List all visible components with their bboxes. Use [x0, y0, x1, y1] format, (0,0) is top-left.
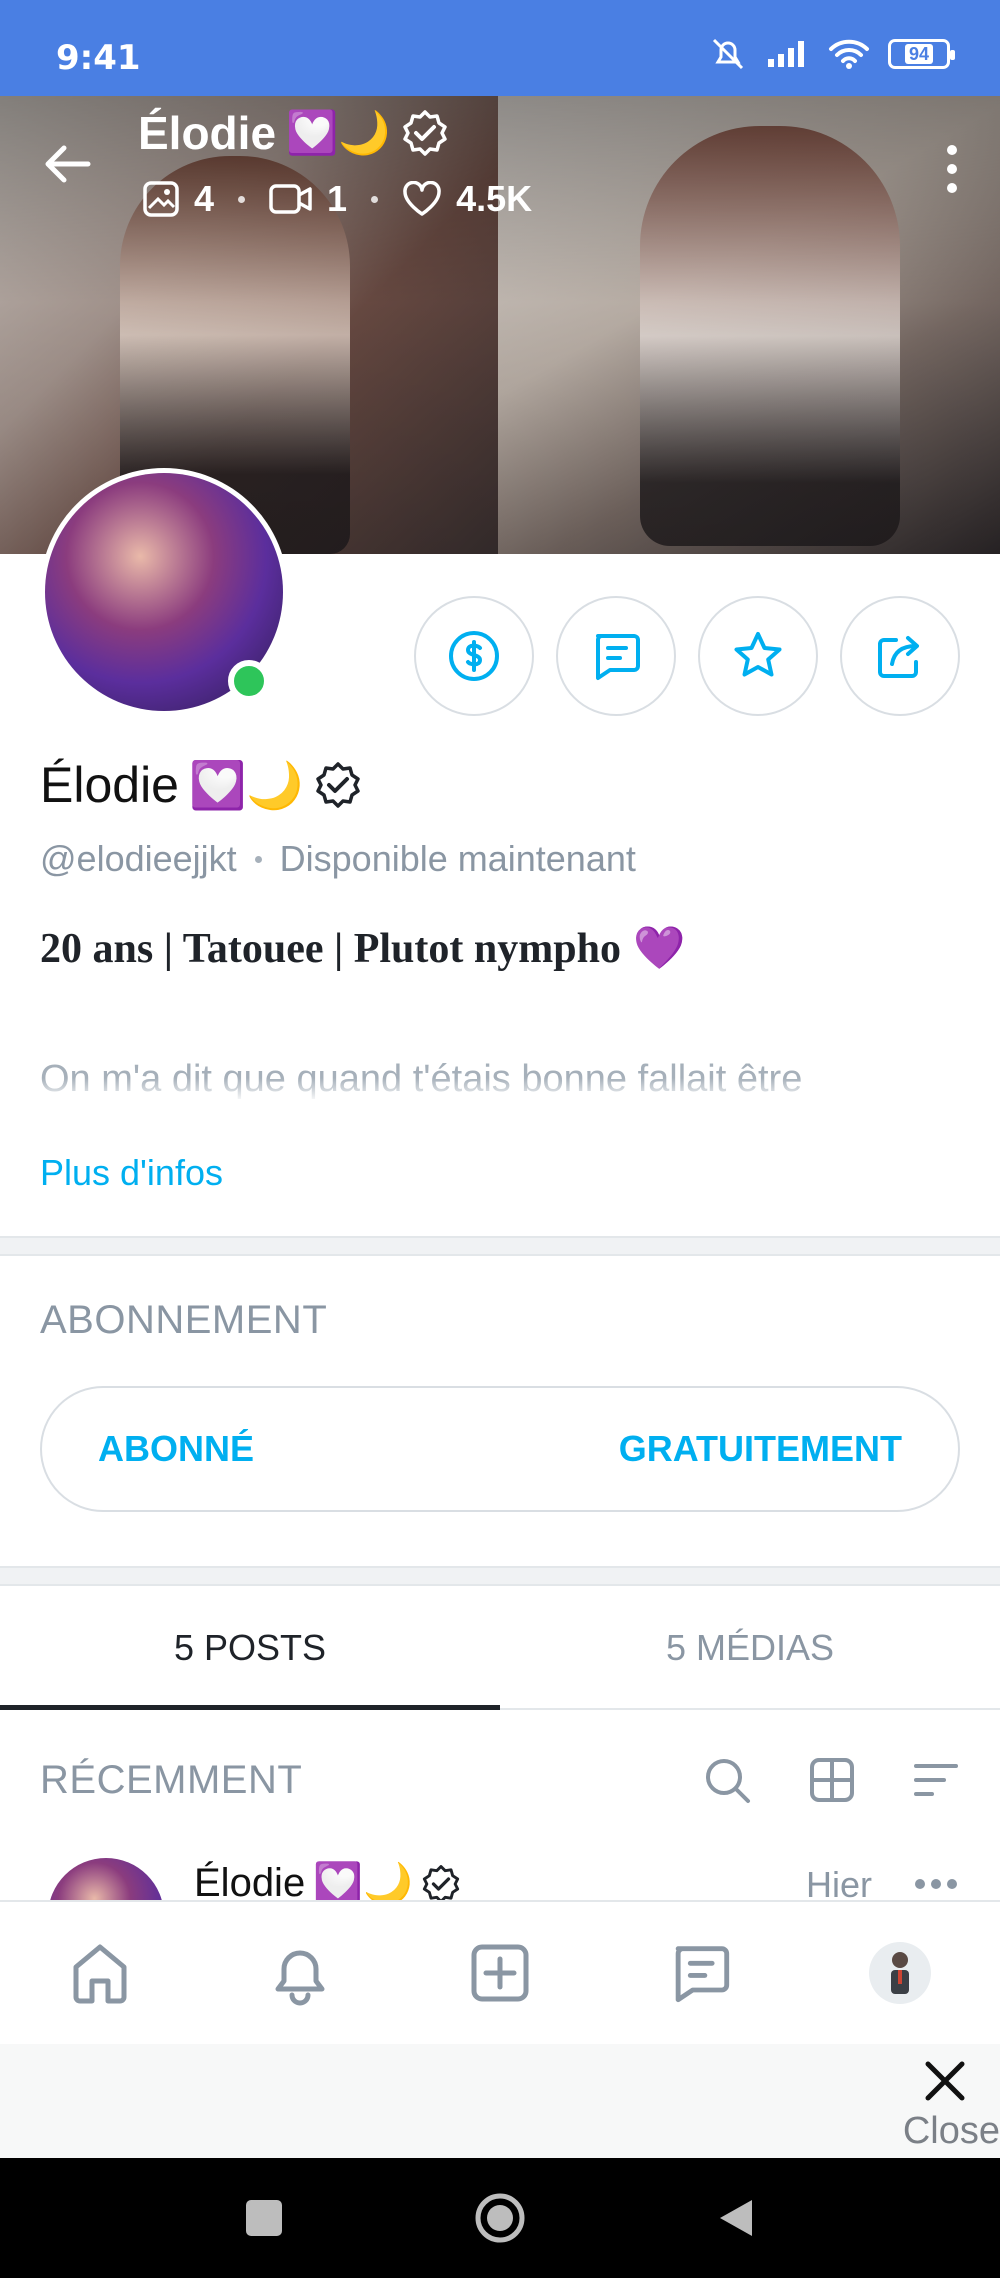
wifi-icon — [829, 39, 869, 69]
bio-description: On m'a dit que quand t'étais bonne falla… — [40, 1058, 960, 1102]
video-count: 1 — [327, 178, 348, 219]
battery-icon: 94 — [888, 39, 955, 69]
more-horizontal-icon[interactable] — [914, 1878, 958, 1890]
tip-button[interactable] — [414, 596, 534, 716]
post-avatar[interactable] — [48, 1858, 164, 1900]
system-navigation — [0, 2158, 1000, 2278]
subscribe-button[interactable]: ABONNÉ GRATUITEMENT — [40, 1386, 960, 1512]
bio-text: 20 ans | Tatouee | Plutot nympho — [40, 925, 621, 972]
likes-count: 4.5K — [456, 178, 533, 219]
post-author-emojis: 💟🌙 — [313, 1862, 413, 1900]
bottom-navigation — [0, 1900, 1000, 2044]
grid-icon[interactable] — [808, 1756, 856, 1804]
dollar-icon — [449, 631, 499, 681]
post-author-name: Élodie — [194, 1861, 306, 1900]
back-arrow-icon[interactable] — [40, 136, 96, 192]
more-info-link[interactable]: Plus d'infos — [40, 1152, 223, 1194]
price-label: GRATUITEMENT — [618, 1428, 902, 1469]
profile-name: Élodie 💟🌙 — [40, 756, 362, 814]
tab-posts[interactable]: 5 POSTS — [0, 1588, 500, 1710]
post-author[interactable]: Élodie 💟🌙 — [194, 1860, 461, 1900]
user-avatar-icon — [891, 1952, 909, 1994]
favorite-button[interactable] — [698, 596, 818, 716]
ad-close-bar: Close — [0, 2044, 1000, 2158]
cover-emojis: 💟🌙 — [286, 108, 391, 156]
cover-header: Élodie 💟🌙 4 1 4.5K — [0, 96, 1000, 296]
close-icon[interactable] — [920, 2056, 970, 2106]
availability-status: Disponible maintenant — [279, 838, 636, 879]
section-divider — [0, 1236, 1000, 1256]
bio-headline: 20 ans | Tatouee | Plutot nympho 💜 — [40, 924, 685, 973]
tab-media[interactable]: 5 MÉDIAS — [500, 1588, 1000, 1708]
more-vertical-icon[interactable] — [942, 144, 962, 194]
add-post-icon — [471, 1944, 529, 2002]
post-preview[interactable]: Élodie 💟🌙 Hier — [0, 1840, 1000, 1900]
cover-name: Élodie — [138, 107, 277, 159]
profile-handle: @elodieejjkt — [40, 838, 237, 879]
close-label[interactable]: Close — [903, 2110, 1000, 2153]
photo-count: 4 — [194, 178, 215, 219]
search-icon[interactable] — [702, 1755, 752, 1805]
online-indicator — [228, 660, 270, 702]
signal-icon — [768, 41, 804, 67]
handle-separator — [254, 855, 262, 863]
message-icon — [596, 634, 640, 680]
verified-icon — [402, 110, 447, 156]
bell-icon — [275, 1950, 325, 2006]
nav-notifications[interactable] — [260, 1933, 340, 2013]
home-circle-icon[interactable] — [474, 2192, 526, 2244]
verified-icon — [422, 1864, 459, 1900]
profile-emojis: 💟🌙 — [189, 758, 304, 811]
profile-avatar — [869, 1942, 931, 2004]
recents-icon[interactable] — [244, 2198, 284, 2238]
photo-icon — [143, 181, 179, 217]
battery-level: 94 — [904, 44, 934, 64]
stats-separator — [371, 195, 379, 203]
nav-add-post[interactable] — [460, 1933, 540, 2013]
section-divider — [0, 1566, 1000, 1586]
nav-messages[interactable] — [660, 1933, 740, 2013]
status-icons: 94 — [708, 36, 955, 72]
bio-emoji: 💜 — [632, 926, 686, 972]
messages-icon — [675, 1946, 730, 2003]
status-time: 9:41 — [56, 38, 141, 78]
recent-title: RÉCEMMENT — [40, 1757, 303, 1802]
profile-name-text: Élodie — [40, 757, 179, 813]
stats-separator — [238, 195, 246, 203]
status-bar: 9:41 94 — [0, 0, 1000, 96]
star-icon — [734, 632, 782, 677]
sort-icon[interactable] — [912, 1760, 960, 1800]
share-icon — [878, 636, 919, 678]
back-triangle-icon[interactable] — [716, 2196, 756, 2240]
subscription-title: ABONNEMENT — [40, 1298, 328, 1342]
subscribed-label: ABONNÉ — [98, 1428, 255, 1469]
verified-icon — [315, 762, 360, 808]
cover-stats: 4 1 4.5K — [142, 178, 532, 220]
nav-home[interactable] — [60, 1933, 140, 2013]
share-button[interactable] — [840, 596, 960, 716]
home-icon — [73, 1944, 127, 2004]
recent-header: RÉCEMMENT — [40, 1748, 960, 1812]
heart-icon — [403, 181, 441, 216]
cover-title: Élodie 💟🌙 — [138, 106, 449, 160]
content-tabs: 5 POSTS 5 MÉDIAS — [0, 1588, 1000, 1710]
video-icon — [269, 184, 312, 214]
handle-row: @elodieejjkt Disponible maintenant — [40, 838, 636, 880]
profile-actions — [414, 596, 960, 716]
mute-icon — [712, 38, 744, 70]
post-time: Hier — [805, 1864, 872, 1900]
message-button[interactable] — [556, 596, 676, 716]
recent-tools — [702, 1755, 960, 1805]
nav-profile[interactable] — [860, 1933, 940, 2013]
